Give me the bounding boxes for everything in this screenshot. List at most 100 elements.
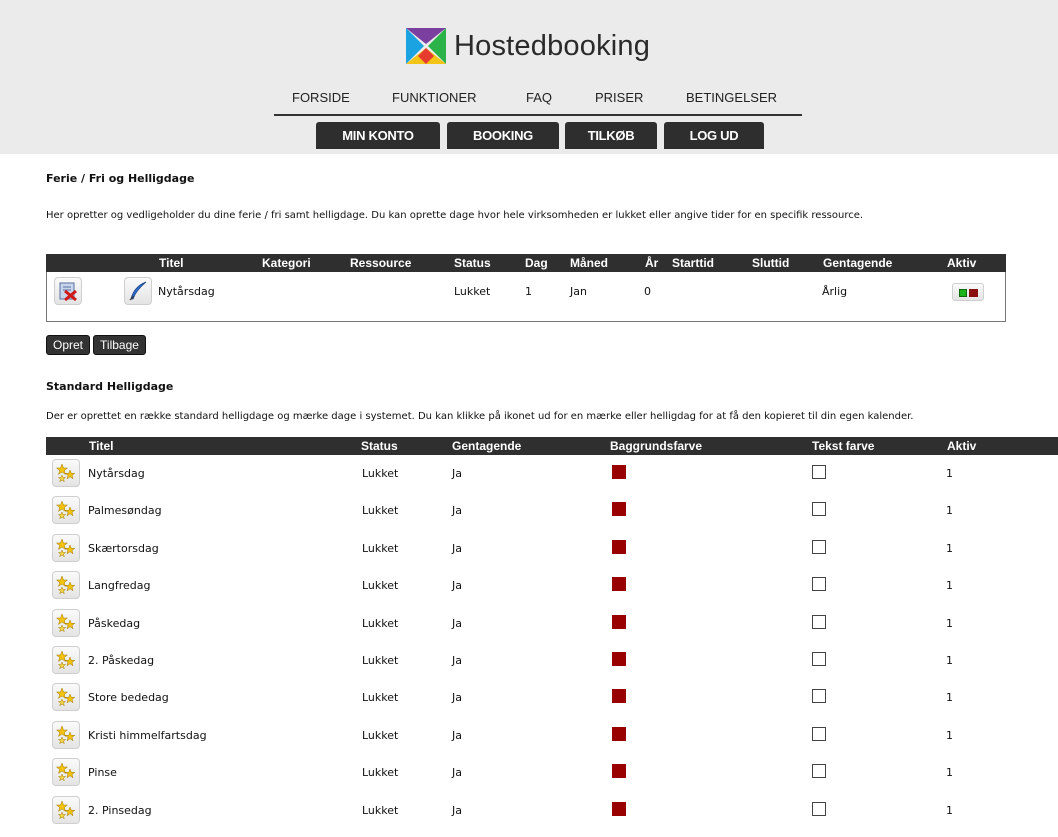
copy-to-calendar-button[interactable] (52, 608, 80, 637)
copy-to-calendar-button[interactable] (52, 683, 80, 712)
copy-to-calendar-button[interactable] (52, 496, 80, 525)
background-color-swatch (612, 689, 626, 704)
row-status: Lukket (362, 803, 399, 817)
row-aktiv: 1 (946, 467, 953, 480)
text-color-swatch (812, 726, 826, 741)
tab-tilkob[interactable]: TILKØB (565, 122, 657, 149)
table-row: Langfredag Lukket Ja 1 (46, 567, 1058, 604)
col-status: Status (454, 256, 491, 270)
edit-quill-icon (129, 281, 147, 301)
copy-stars-icon (56, 538, 76, 558)
ferie-aar: 0 (644, 285, 651, 298)
background-color-swatch (612, 726, 626, 741)
tab-booking[interactable]: BOOKING (447, 122, 559, 149)
copy-to-calendar-button[interactable] (52, 571, 80, 600)
edit-button[interactable] (124, 277, 152, 305)
copy-stars-icon (56, 725, 76, 745)
copy-stars-icon (56, 762, 76, 782)
row-aktiv: 1 (946, 579, 953, 593)
table-row: Store bededag Lukket Ja 1 (46, 679, 1058, 716)
table-row: Palmesøndag Lukket Ja 1 (46, 492, 1058, 529)
col2-gentagende: Gentagende (452, 439, 522, 453)
col-titel: Titel (159, 256, 184, 270)
row-aktiv: 1 (946, 616, 953, 630)
text-color-swatch (812, 689, 826, 704)
create-button[interactable]: Opret (46, 335, 90, 355)
nav-faq[interactable]: FAQ (526, 90, 552, 105)
row-titel: Pinse (88, 766, 117, 780)
tab-min-konto[interactable]: MIN KONTO (316, 122, 440, 149)
tab-log-ud[interactable]: LOG UD (664, 122, 764, 149)
background-color-swatch (612, 539, 626, 554)
background-color-swatch (612, 465, 626, 479)
table-row: 2. Pinsedag Lukket Ja 1 (46, 792, 1058, 829)
copy-stars-icon (56, 650, 76, 670)
table-row: Pinse Lukket Ja 1 (46, 754, 1058, 791)
text-color-swatch (812, 614, 826, 629)
row-titel: Palmesøndag (88, 504, 162, 518)
top-navigation: FORSIDE FUNKTIONER FAQ PRISER BETINGELSE… (274, 90, 802, 116)
col-aar: År (645, 256, 659, 270)
row-status: Lukket (362, 616, 399, 630)
row-status: Lukket (362, 579, 399, 593)
active-off-indicator (969, 289, 978, 297)
row-aktiv: 1 (946, 728, 953, 742)
row-gentagende: Ja (452, 728, 462, 742)
table-row: Kristi himmelfartsdag Lukket Ja 1 (46, 717, 1058, 754)
nav-betingelser[interactable]: BETINGELSER (686, 90, 777, 105)
row-aktiv: 1 (946, 691, 953, 705)
col-gentagende: Gentagende (823, 256, 893, 270)
copy-stars-icon (56, 612, 76, 632)
back-button[interactable]: Tilbage (93, 335, 146, 355)
nav-forside[interactable]: FORSIDE (292, 90, 350, 105)
copy-to-calendar-button[interactable] (52, 795, 80, 824)
row-aktiv: 1 (946, 766, 953, 780)
copy-to-calendar-button[interactable] (52, 720, 80, 749)
copy-to-calendar-button[interactable] (52, 459, 80, 487)
delete-icon (59, 282, 77, 301)
row-aktiv: 1 (946, 654, 953, 667)
section-title-standard: Standard Helligdage (46, 380, 174, 393)
copy-stars-icon (56, 687, 76, 707)
section-title-ferie: Ferie / Fri og Helligdage (46, 172, 195, 185)
row-status: Lukket (362, 504, 399, 518)
table-row: Påskedag Lukket Ja 1 (46, 605, 1058, 642)
delete-button[interactable] (54, 277, 82, 305)
col2-tekst-farve: Tekst farve (812, 439, 875, 453)
row-gentagende: Ja (452, 541, 462, 555)
copy-stars-icon (56, 500, 76, 520)
row-titel: Påskedag (88, 616, 141, 630)
row-aktiv: 1 (946, 504, 953, 518)
copy-to-calendar-button[interactable] (52, 646, 80, 674)
ferie-maaned: Jan (570, 285, 587, 298)
nav-funktioner[interactable]: FUNKTIONER (392, 90, 477, 105)
row-gentagende: Ja (452, 467, 462, 480)
ferie-gentagende: Årlig (822, 285, 848, 298)
active-toggle[interactable] (952, 283, 984, 301)
brand-logo[interactable]: Hostedbooking (404, 24, 650, 68)
row-status: Lukket (362, 541, 399, 555)
ferie-titel: Nytårsdag (158, 285, 215, 298)
col-dag: Dag (525, 256, 548, 270)
row-gentagende: Ja (452, 803, 462, 817)
row-titel: 2. Påskedag (88, 654, 155, 667)
text-color-swatch (812, 465, 826, 479)
copy-to-calendar-button[interactable] (52, 533, 80, 562)
text-color-swatch (812, 652, 826, 666)
row-titel: Kristi himmelfartsdag (88, 728, 207, 742)
table-row: Skærtorsdag Lukket Ja 1 (46, 530, 1058, 567)
background-color-swatch (612, 614, 626, 629)
col-sluttid: Sluttid (752, 256, 790, 270)
background-color-swatch (612, 577, 626, 592)
copy-to-calendar-button[interactable] (52, 758, 80, 787)
text-color-swatch (812, 764, 826, 779)
col2-status: Status (361, 439, 398, 453)
row-titel: Nytårsdag (88, 467, 145, 480)
col-starttid: Starttid (672, 256, 714, 270)
row-titel: Langfredag (88, 579, 151, 593)
row-status: Lukket (362, 467, 399, 480)
ferie-status: Lukket (454, 285, 491, 298)
nav-priser[interactable]: PRISER (595, 90, 643, 105)
text-color-swatch (812, 801, 826, 816)
row-gentagende: Ja (452, 616, 462, 630)
